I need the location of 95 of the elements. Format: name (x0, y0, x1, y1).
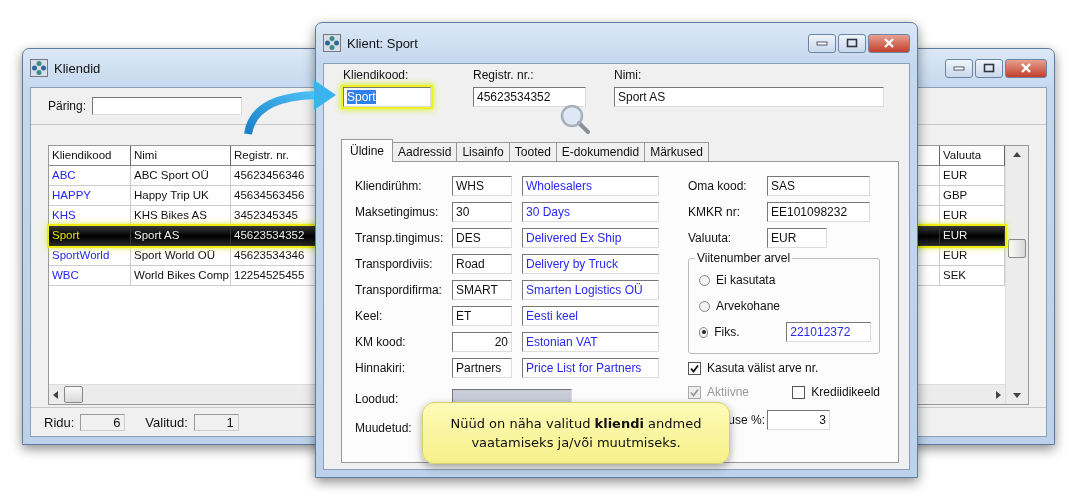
field-label: Transpordifirma: (355, 283, 443, 297)
code-field[interactable]: SMART (452, 280, 512, 300)
field-label: Päring: (48, 99, 87, 113)
column-header[interactable]: Kliendikood (49, 146, 131, 166)
table-cell: Happy Trip UK (131, 186, 231, 206)
up-arrow-icon[interactable] (1013, 152, 1021, 157)
table-cell: ABC Sport OÜ (131, 166, 231, 186)
text-field[interactable]: EE101098232 (767, 202, 870, 222)
field-label: Registr. nr.: (473, 68, 534, 82)
maximize-icon (846, 38, 858, 48)
callout-tooltip: Nüüd on näha valitud kliendi andmed vaatamiseks ja/või muutmiseks. (422, 402, 730, 464)
column-header[interactable]: Valuuta (940, 146, 1005, 166)
field-label: Muudetud: (355, 421, 413, 435)
text-field[interactable]: Sport AS (614, 87, 884, 107)
query-field[interactable] (92, 97, 243, 115)
minimize-icon (953, 65, 965, 71)
field-label: Kliendikood: (343, 68, 409, 82)
radio-button[interactable] (699, 300, 710, 312)
field-label: Keel: (355, 309, 384, 323)
code-field[interactable]: 20 (452, 332, 512, 352)
table-cell: Sport (49, 226, 131, 246)
field-label: Transp.tingimus: (355, 231, 445, 245)
maximize-icon (983, 63, 995, 73)
field-label: KM kood: (355, 335, 407, 349)
column-header[interactable]: Nimi (131, 146, 231, 166)
table-cell: EUR (940, 226, 1005, 246)
vertical-scrollbar[interactable] (1005, 146, 1028, 404)
status-label: Ridu: (44, 414, 75, 430)
checkbox-label: Kasuta välist arve nr. (707, 361, 819, 375)
tab[interactable]: Üldine (341, 139, 394, 162)
left-arrow-icon[interactable] (53, 390, 58, 399)
table-cell: WBC (49, 266, 131, 286)
text-field[interactable]: Sport (343, 87, 431, 107)
text-field[interactable]: EUR (767, 228, 827, 248)
checkbox[interactable] (688, 361, 701, 375)
description-field[interactable]: Delivery by Truck (522, 254, 659, 274)
field-label: Transpordiviis: (355, 257, 434, 271)
tab[interactable]: Märkused (644, 142, 709, 161)
description-field[interactable]: Price List for Partners (522, 358, 659, 378)
reference-field[interactable]: 221012372 (786, 322, 871, 342)
close-button[interactable] (1005, 58, 1047, 78)
radio-label: Arvekohane (716, 299, 781, 313)
status-label: Valitud: (145, 414, 188, 430)
code-field[interactable]: 30 (452, 202, 512, 222)
code-field[interactable]: DES (452, 228, 512, 248)
table-cell: Sport World OÜ (131, 246, 231, 266)
app-icon (30, 59, 48, 77)
close-icon (1020, 63, 1032, 73)
description-field[interactable]: 30 Days (522, 202, 659, 222)
radio-button[interactable] (699, 274, 710, 286)
checkbox-label: Aktiivne (707, 385, 750, 399)
count-field: 6 (80, 413, 126, 431)
table-cell: World Bikes Comp (131, 266, 231, 286)
scroll-thumb[interactable] (1008, 239, 1026, 258)
discount-field[interactable]: 3 (767, 410, 830, 430)
field-label: Maksetingimus: (355, 205, 440, 219)
group-title: Viitenumber arvel (695, 251, 793, 265)
code-field[interactable]: WHS (452, 176, 512, 196)
maximize-button[interactable] (838, 33, 866, 53)
close-icon (883, 38, 895, 48)
table-cell: SportWorld (49, 246, 131, 266)
field-label: Loodud: (355, 392, 400, 406)
code-field[interactable]: ET (452, 306, 512, 326)
table-cell: HAPPY (49, 186, 131, 206)
description-field[interactable]: Smarten Logistics OÜ (522, 280, 659, 300)
radio-label: Fiks. (714, 325, 741, 339)
checkbox[interactable] (792, 385, 806, 399)
count-field: 1 (193, 413, 239, 431)
description-field[interactable]: Wholesalers (522, 176, 659, 196)
down-arrow-icon[interactable] (1013, 393, 1021, 398)
field-label: Hinnakiri: (355, 361, 406, 375)
code-field[interactable]: Partners (452, 358, 512, 378)
table-cell: ABC (49, 166, 131, 186)
text-field[interactable]: SAS (767, 176, 870, 196)
radio-button[interactable] (699, 326, 709, 338)
description-field[interactable]: Delivered Ex Ship (522, 228, 659, 248)
table-cell: Sport AS (131, 226, 231, 246)
magnifier-icon (560, 104, 590, 134)
window-title: Klient: Sport (347, 35, 418, 51)
code-field[interactable]: Road (452, 254, 512, 274)
app-icon (323, 34, 341, 52)
checkbox-label: Krediidikeeld (811, 385, 880, 399)
text-field[interactable]: 45623534352 (473, 87, 586, 107)
right-arrow-icon[interactable] (996, 390, 1001, 399)
radio-label: Ei kasutata (716, 273, 776, 287)
close-button[interactable] (868, 33, 910, 53)
description-field[interactable]: Estonian VAT (522, 332, 659, 352)
field-label: Nimi: (614, 68, 642, 82)
field-label: Valuuta: (688, 231, 733, 245)
scroll-thumb[interactable] (64, 386, 83, 403)
window-title: Kliendid (54, 60, 101, 76)
field-label: KMKR nr: (688, 205, 741, 219)
description-field[interactable]: Eesti keel (522, 306, 659, 326)
minimize-icon (816, 40, 828, 46)
maximize-button[interactable] (975, 58, 1003, 78)
